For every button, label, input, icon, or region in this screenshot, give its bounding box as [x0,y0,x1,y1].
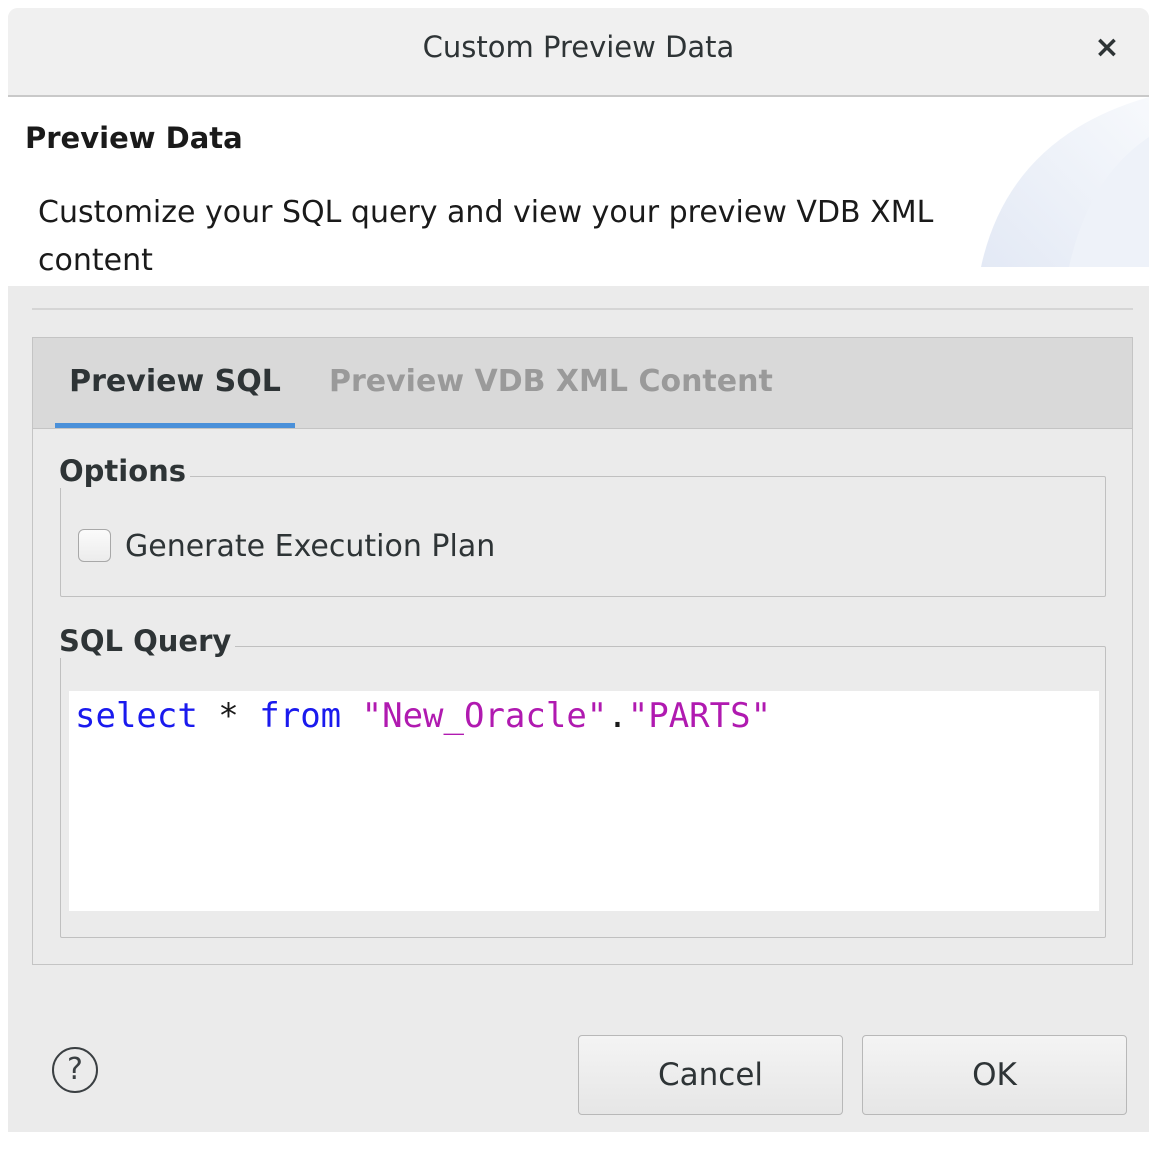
close-button[interactable]: × [1087,28,1127,68]
cancel-button[interactable]: Cancel [578,1035,843,1115]
generate-execution-plan-checkbox[interactable] [78,529,111,562]
dialog-title: Custom Preview Data [422,30,735,64]
tab-bar: Preview SQL Preview VDB XML Content [33,338,1132,429]
tab-label: Preview SQL [69,364,281,399]
sql-query-group-label: SQL Query [59,624,236,658]
title-bar: Custom Preview Data × [8,8,1149,97]
tab-preview-vdb-xml-content[interactable]: Preview VDB XML Content [329,338,773,428]
tab-preview-sql[interactable]: Preview SQL [55,338,295,428]
sql-table-name: "PARTS" [627,696,772,736]
header-separator [32,308,1133,310]
dialog-header: Preview Data Customize your SQL query an… [8,97,1149,286]
generate-execution-plan-label: Generate Execution Plan [125,529,496,564]
active-tab-indicator [55,423,295,428]
sql-query-group: SQL Query select * from "New_Oracle"."PA… [59,624,1106,938]
header-title: Preview Data [25,121,243,155]
header-banner-graphic [981,97,1149,267]
sql-query-editor[interactable]: select * from "New_Oracle"."PARTS" [69,691,1099,911]
close-icon: × [1094,30,1120,65]
tab-label: Preview VDB XML Content [329,364,773,399]
sql-keyword-from: from [259,696,342,736]
options-group-label: Options [59,454,191,488]
sql-schema-name: "New_Oracle" [361,696,608,736]
header-description: Customize your SQL query and view your p… [38,195,934,278]
sql-operator-star: * [197,696,260,736]
preview-tab-folder: Preview SQL Preview VDB XML Content Opti… [32,337,1133,965]
sql-dot: . [607,696,628,736]
help-icon[interactable]: ? [52,1047,98,1093]
options-group: Options Generate Execution Plan [59,454,1106,597]
sql-space [341,696,361,736]
sql-keyword-select: select [75,696,198,736]
ok-button[interactable]: OK [862,1035,1127,1115]
custom-preview-data-dialog: Custom Preview Data × Preview Data Custo… [8,8,1149,1132]
